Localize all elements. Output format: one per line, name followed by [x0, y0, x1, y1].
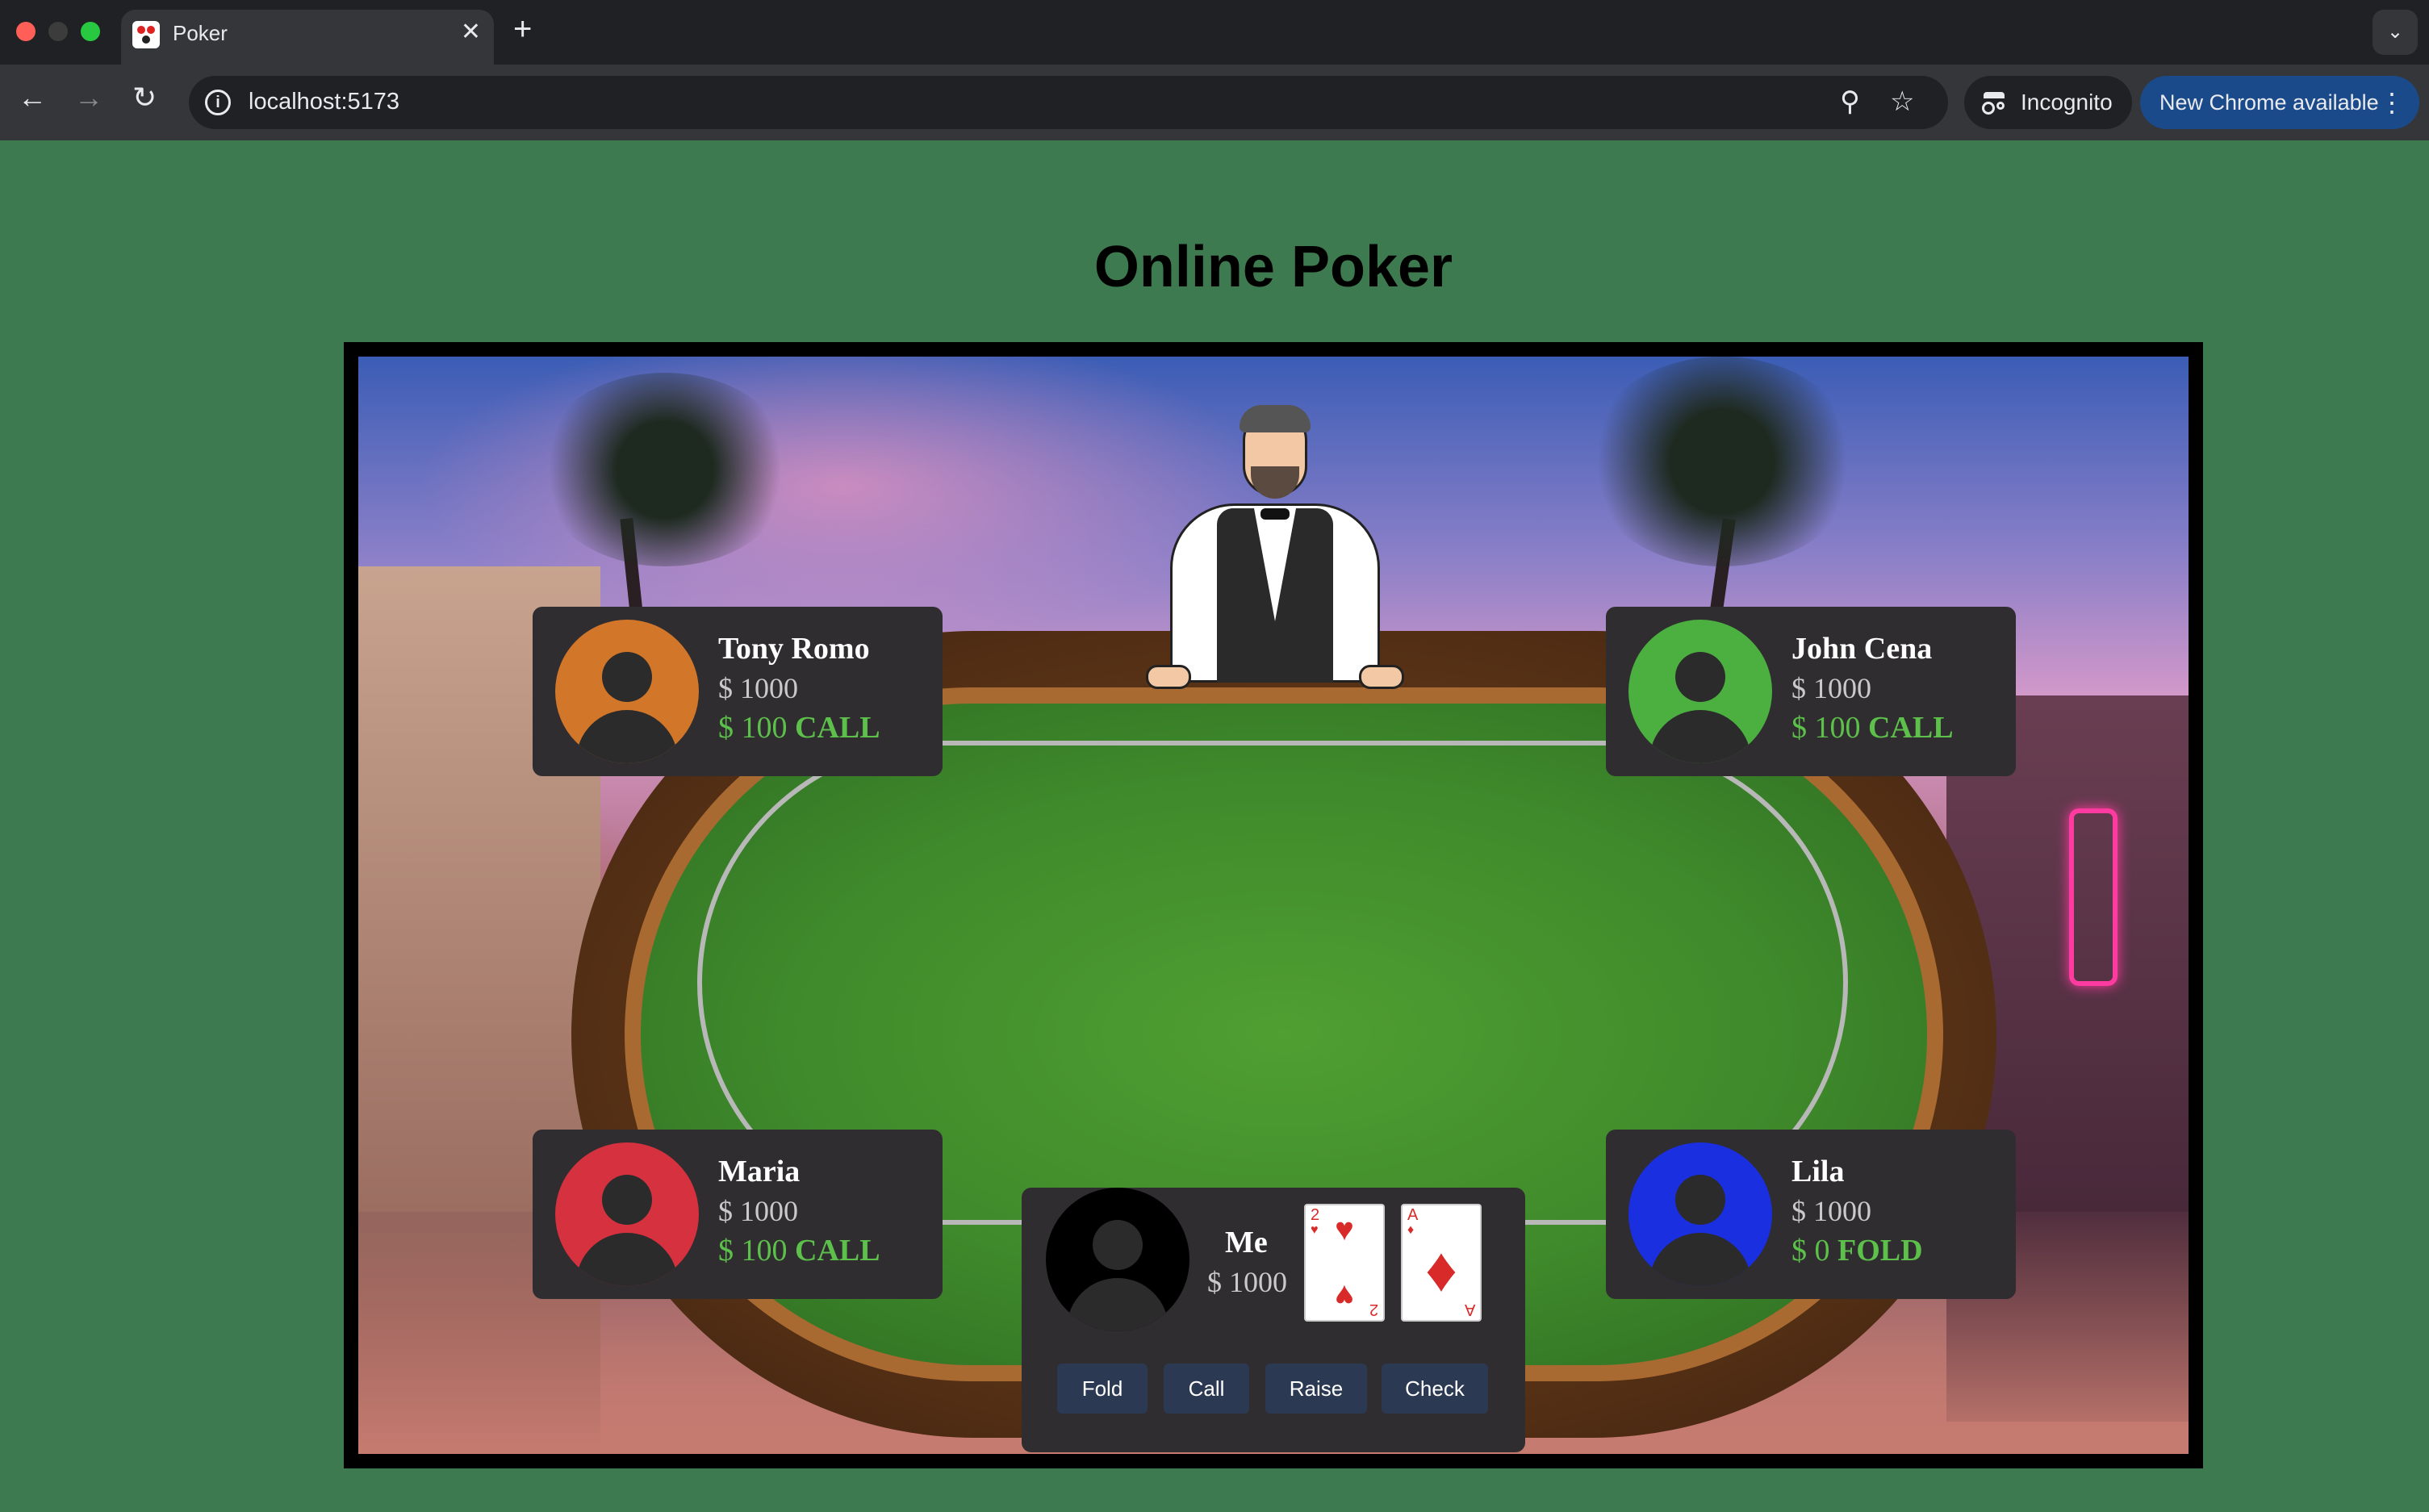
- forward-arrow-icon[interactable]: →: [74, 81, 103, 115]
- poker-favicon-icon: [132, 21, 160, 48]
- player-money: $ 1000: [1791, 1195, 1871, 1227]
- user-icon: [1675, 1175, 1725, 1225]
- player-panel-john-cena: John Cena $ 1000 $ 100 CALL: [1606, 607, 2016, 776]
- user-icon: [602, 1175, 652, 1225]
- player-bet: $ 100 CALL: [1791, 711, 1954, 745]
- tab-title: Poker: [173, 21, 228, 45]
- player-action: CALL: [795, 1234, 880, 1268]
- player-bet: $ 100 CALL: [718, 711, 880, 745]
- bowtie-icon: [1260, 508, 1290, 520]
- palm-tree-crown: [1585, 357, 1859, 566]
- call-button[interactable]: Call: [1164, 1364, 1249, 1414]
- game-frame: Tony Romo $ 1000 $ 100 CALL John Cena $ …: [344, 342, 2203, 1468]
- neon-sign: [2069, 808, 2118, 986]
- tab-search-button[interactable]: ⌄: [2373, 10, 2418, 55]
- zoom-icon[interactable]: ⚲: [1840, 86, 1860, 118]
- incognito-icon: [1982, 92, 2008, 115]
- diamond-icon: ♦: [1425, 1234, 1457, 1305]
- window-close-button[interactable]: [16, 22, 36, 41]
- check-button[interactable]: Check: [1382, 1364, 1488, 1414]
- playing-card: A ♦ ♦ A: [1401, 1204, 1482, 1322]
- reload-icon[interactable]: ↻: [132, 81, 157, 115]
- player-panel-maria: Maria $ 1000 $ 100 CALL: [533, 1130, 943, 1299]
- player-name: Tony Romo: [718, 632, 870, 666]
- player-action: CALL: [1868, 711, 1954, 745]
- bookmark-star-icon[interactable]: ☆: [1890, 86, 1914, 118]
- player-name: Maria: [718, 1155, 801, 1188]
- more-menu-icon[interactable]: ⋮: [2379, 76, 2405, 129]
- update-chrome-label: New Chrome available: [2159, 90, 2379, 115]
- window-maximize-button[interactable]: [81, 22, 100, 41]
- update-chrome-button[interactable]: New Chrome available ⋮: [2140, 76, 2419, 129]
- new-tab-button[interactable]: +: [513, 11, 532, 48]
- site-info-icon[interactable]: i: [205, 90, 231, 115]
- browser-toolbar: ← → ↻ i localhost:5173 ⚲ ☆ Incognito New…: [0, 65, 2429, 140]
- avatar: [1628, 620, 1772, 763]
- incognito-indicator[interactable]: Incognito: [1964, 76, 2132, 129]
- user-icon: [1675, 652, 1725, 702]
- user-icon: [602, 652, 652, 702]
- avatar: [555, 1142, 699, 1286]
- player-panel-tony-romo: Tony Romo $ 1000 $ 100 CALL: [533, 607, 943, 776]
- player-money: $ 1000: [718, 672, 798, 704]
- palm-tree-crown: [536, 373, 794, 566]
- player-action: FOLD: [1837, 1234, 1923, 1268]
- user-icon: [1093, 1220, 1143, 1270]
- fold-button[interactable]: Fold: [1057, 1364, 1148, 1414]
- player-name: Lila: [1791, 1155, 1845, 1188]
- player-name: John Cena: [1791, 632, 1933, 666]
- player-bet: $ 100 CALL: [718, 1234, 880, 1268]
- url-text[interactable]: localhost:5173: [249, 89, 399, 115]
- my-player-panel: Me $ 1000 2 ♥ ♥ ♥ 2 A ♦ ♦ A Fold Call Ra…: [1022, 1188, 1525, 1452]
- avatar: [1628, 1142, 1772, 1286]
- raise-button[interactable]: Raise: [1265, 1364, 1367, 1414]
- browser-tab[interactable]: Poker ✕: [121, 10, 494, 65]
- window-minimize-button[interactable]: [48, 22, 68, 41]
- my-name: Me: [1225, 1226, 1268, 1259]
- dealer-hand-left: [1146, 665, 1191, 689]
- dealer-hand-right: [1359, 665, 1404, 689]
- player-action: CALL: [795, 711, 880, 745]
- playing-card: 2 ♥ ♥ ♥ 2: [1304, 1204, 1385, 1322]
- dealer-illustration: [1122, 405, 1428, 689]
- back-arrow-icon[interactable]: ←: [18, 81, 47, 115]
- player-panel-lila: Lila $ 1000 $ 0 FOLD: [1606, 1130, 2016, 1299]
- player-money: $ 1000: [718, 1195, 798, 1227]
- address-bar[interactable]: i localhost:5173 ⚲ ☆: [189, 76, 1948, 129]
- incognito-label: Incognito: [2021, 90, 2113, 115]
- avatar: [1046, 1188, 1189, 1331]
- browser-tabstrip: Poker ✕ + ⌄: [0, 0, 2429, 65]
- player-bet: $ 0 FOLD: [1791, 1234, 1923, 1268]
- page-title: Online Poker: [1093, 235, 1453, 299]
- my-money: $ 1000: [1207, 1266, 1287, 1298]
- tab-close-icon[interactable]: ✕: [461, 18, 481, 46]
- player-money: $ 1000: [1791, 672, 1871, 704]
- heart-icon: ♥: [1335, 1212, 1354, 1247]
- avatar: [555, 620, 699, 763]
